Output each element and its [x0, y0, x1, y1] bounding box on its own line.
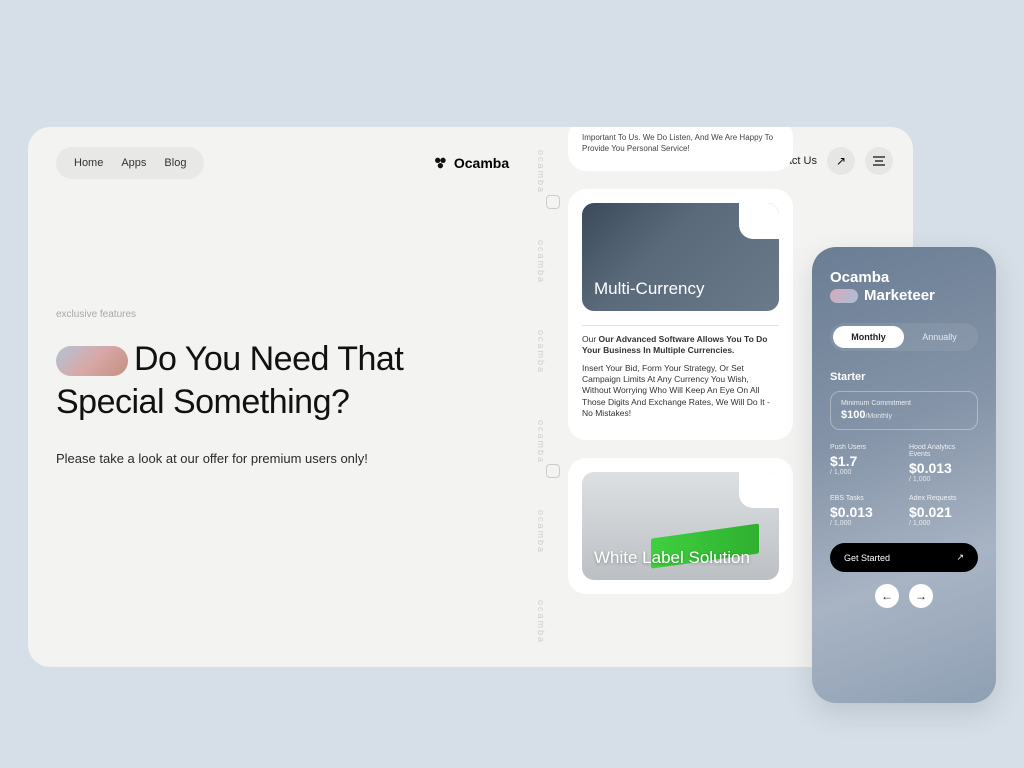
support-card-text: Important To Us. We Do Listen, And We Ar…: [582, 133, 779, 155]
metric-push-users: Push Users $1.7 / 1,000: [830, 444, 899, 483]
card-badge-icon: [546, 464, 560, 478]
commitment-label: Minimum Commitment: [841, 400, 967, 407]
whitelabel-image: White Label Solution: [582, 472, 779, 580]
nav-apps[interactable]: Apps: [121, 157, 146, 169]
whitelabel-title: White Label Solution: [594, 548, 750, 568]
commitment-box: Minimum Commitment $100/Monthly: [830, 391, 978, 430]
feature-card-whitelabel[interactable]: White Label Solution: [568, 458, 793, 594]
commitment-period: /Monthly: [865, 413, 891, 420]
arrow-icon: ↗: [956, 552, 964, 563]
image-cutout: [739, 203, 779, 239]
card-badge-icon: [546, 195, 560, 209]
cta-label: Get Started: [844, 553, 890, 563]
phone-mockup: Ocamba Marketeer Monthly Annually Starte…: [812, 247, 996, 703]
phone-brand-line2: Marketeer: [864, 287, 935, 305]
toggle-monthly[interactable]: Monthly: [833, 326, 904, 348]
nav-blog[interactable]: Blog: [164, 157, 186, 169]
cards-column: Important To Us. We Do Listen, And We Ar…: [568, 127, 793, 594]
brand-logo-icon: [432, 155, 448, 171]
main-panel: Home Apps Blog Ocamba Contact Us ↗ exclu…: [28, 127, 913, 667]
hero: exclusive features Do You Need That Spec…: [28, 199, 498, 466]
metric-ebs-tasks: EBS Tasks $0.013 / 1,000: [830, 495, 899, 527]
menu-icon[interactable]: [865, 147, 893, 175]
pager: ← →: [830, 584, 978, 608]
arrow-icon[interactable]: ↗: [827, 147, 855, 175]
metrics-grid: Push Users $1.7 / 1,000 Hood Analytics E…: [830, 444, 978, 527]
phone-brand-icon: [830, 289, 858, 303]
metric-adex-requests: Adex Requests $0.021 / 1,000: [909, 495, 978, 527]
multicurrency-title: Multi-Currency: [594, 279, 705, 299]
body-text: Insert Your Bid, Form Your Strategy, Or …: [582, 363, 779, 420]
nav-home[interactable]: Home: [74, 157, 103, 169]
metric-hood-analytics: Hood Analytics Events $0.013 / 1,000: [909, 444, 978, 483]
toggle-annually[interactable]: Annually: [904, 326, 975, 348]
pager-prev-button[interactable]: ←: [875, 584, 899, 608]
image-cutout: [739, 472, 779, 508]
multicurrency-body: Our Our Advanced Software Allows You To …: [582, 325, 779, 420]
billing-toggle: Monthly Annually: [830, 323, 978, 351]
plan-name: Starter: [830, 371, 978, 383]
phone-brand: Ocamba Marketeer: [830, 269, 978, 305]
multicurrency-image: Multi-Currency: [582, 203, 779, 311]
brand-text: Ocamba: [454, 155, 509, 171]
headline-line1: Do You Need That: [134, 340, 403, 378]
brand[interactable]: Ocamba: [432, 155, 509, 171]
subhead: Please take a look at our offer for prem…: [56, 451, 498, 466]
lead-text: Our Advanced Software Allows You To Do Y…: [582, 334, 767, 355]
commitment-value: $100: [841, 409, 865, 421]
feature-card-multicurrency[interactable]: Multi-Currency Our Our Advanced Software…: [568, 189, 793, 440]
headline-line2: Special Something?: [56, 383, 349, 421]
phone-brand-line1: Ocamba: [830, 269, 978, 287]
eyebrow: exclusive features: [56, 309, 498, 320]
feature-card-support: Important To Us. We Do Listen, And We Ar…: [568, 127, 793, 171]
nav-pill: Home Apps Blog: [56, 147, 204, 179]
headline-icon: [56, 346, 128, 376]
pager-next-button[interactable]: →: [909, 584, 933, 608]
headline: Do You Need That Special Something?: [56, 338, 498, 423]
get-started-button[interactable]: Get Started ↗: [830, 543, 978, 572]
